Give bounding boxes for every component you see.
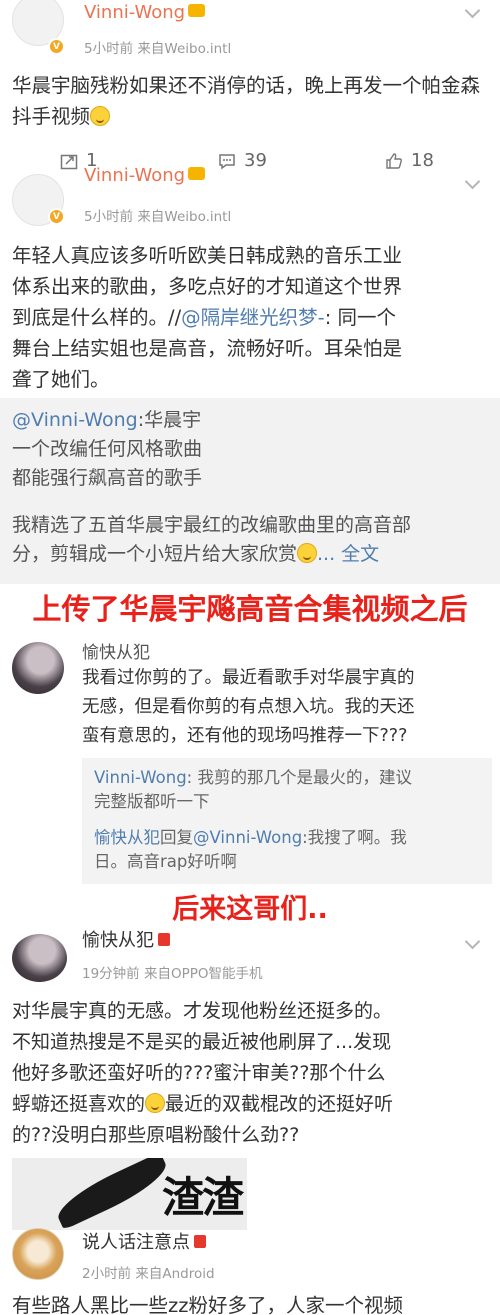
post-text: 对华晨宇真的无感。才发现他粉丝还挺多的。 不知道热搜是不是买的最近被他刷屏了..… xyxy=(12,1000,394,1146)
read-more-link[interactable]: ... 全文 xyxy=(317,543,379,565)
crown-icon xyxy=(188,4,206,17)
smile-emoji-icon xyxy=(297,543,318,563)
chevron-down-icon[interactable] xyxy=(464,2,481,19)
mention-link[interactable]: @隔岸继光织梦- xyxy=(181,306,325,329)
post-meta: 5小时前 来自Weibo.intl xyxy=(84,41,232,57)
username[interactable]: 说人话注意点 xyxy=(82,1228,206,1254)
smile-emoji-icon xyxy=(90,106,111,126)
like-icon xyxy=(386,152,402,169)
crown-icon xyxy=(188,167,206,180)
reply-2: 愉快从犯回复@Vinni-Wong:我搜了啊。我 日。高音rap好听啊 xyxy=(94,828,407,871)
reply-thread[interactable]: Vinni-Wong: 我剪的那几个是最火的，建议 完整版都听一下 愉快从犯回复… xyxy=(82,758,492,884)
reply-1: Vinni-Wong: 我剪的那几个是最火的，建议 完整版都听一下 xyxy=(94,768,412,811)
post-text: 华晨宇脑残粉如果还不消停的话，晚上再发一个帕金森抖手视频 xyxy=(12,74,481,128)
reply-user-link[interactable]: 愉快从犯 xyxy=(94,828,160,847)
avatar[interactable] xyxy=(12,934,67,982)
brush-stroke xyxy=(51,1158,173,1230)
mention-link[interactable]: @Vinni-Wong xyxy=(12,409,138,431)
chevron-down-icon[interactable] xyxy=(464,933,481,950)
username[interactable]: 愉快从犯 xyxy=(82,638,150,663)
repost-card[interactable]: @Vinni-Wong:华晨宇 一个改编任何风格歌曲 都能强行飙高音的歌手 我精… xyxy=(0,398,500,584)
post-3: 愉快从犯 19分钟前 来自OPPO智能手机 对华晨宇真的无感。才发现他粉丝还挺多… xyxy=(0,930,500,1230)
username[interactable]: 愉快从犯 xyxy=(82,926,170,950)
repost-icon xyxy=(60,154,78,169)
red-packet-icon xyxy=(194,1235,206,1248)
post-text: 有些路人黑比一些zz粉好多了，人家一个视频 xyxy=(12,1294,403,1315)
image-caption: 渣渣 xyxy=(162,1173,244,1222)
post-meta: 2小时前 来自Android xyxy=(82,1266,215,1282)
reply-user-link[interactable]: Vinni-Wong xyxy=(94,768,187,787)
post-meta: 5小时前 来自Weibo.intl xyxy=(84,209,232,225)
grin-emoji-icon xyxy=(145,1093,166,1113)
username[interactable]: Vinni-Wong xyxy=(84,165,206,187)
chevron-down-icon[interactable] xyxy=(464,173,481,190)
comment-text: 我看过你剪的了。最近看歌手对华晨宇真的 无感，但是看你剪的有点想入坑。我的天还 … xyxy=(82,668,415,746)
post-1: V Vinni-Wong 5小时前 来自Weibo.intl 华晨宇脑残粉如果还… xyxy=(0,0,500,171)
avatar[interactable] xyxy=(12,642,64,694)
repost-text: @Vinni-Wong:华晨宇 一个改编任何风格歌曲 都能强行飙高音的歌手 我精… xyxy=(12,409,412,565)
caption-banner: 上传了华晨宇飚高音合集视频之后 xyxy=(0,584,500,634)
verified-icon: V xyxy=(48,208,65,225)
post-text: 年轻人真应该多听听欧美日韩成熟的音乐工业 体系出来的歌曲，多吃点好的才知道这个世… xyxy=(12,244,403,391)
post-meta: 19分钟前 来自OPPO智能手机 xyxy=(82,966,263,982)
avatar[interactable] xyxy=(12,1228,64,1280)
username[interactable]: Vinni-Wong xyxy=(84,2,206,23)
comment-1: 愉快从犯 我看过你剪的了。最近看歌手对华晨宇真的 无感，但是看你剪的有点想入坑。… xyxy=(0,634,500,889)
post-4: 说人话注意点 2小时前 来自Android 有些路人黑比一些zz粉好多了，人家一… xyxy=(0,1222,500,1315)
post-image[interactable]: 渣渣 xyxy=(12,1158,247,1230)
verified-icon: V xyxy=(48,38,65,55)
caption-banner: 后来这哥们.. xyxy=(0,888,500,932)
red-packet-icon xyxy=(158,933,170,946)
comment-icon xyxy=(219,153,235,169)
mention-link[interactable]: @Vinni-Wong xyxy=(193,828,302,847)
